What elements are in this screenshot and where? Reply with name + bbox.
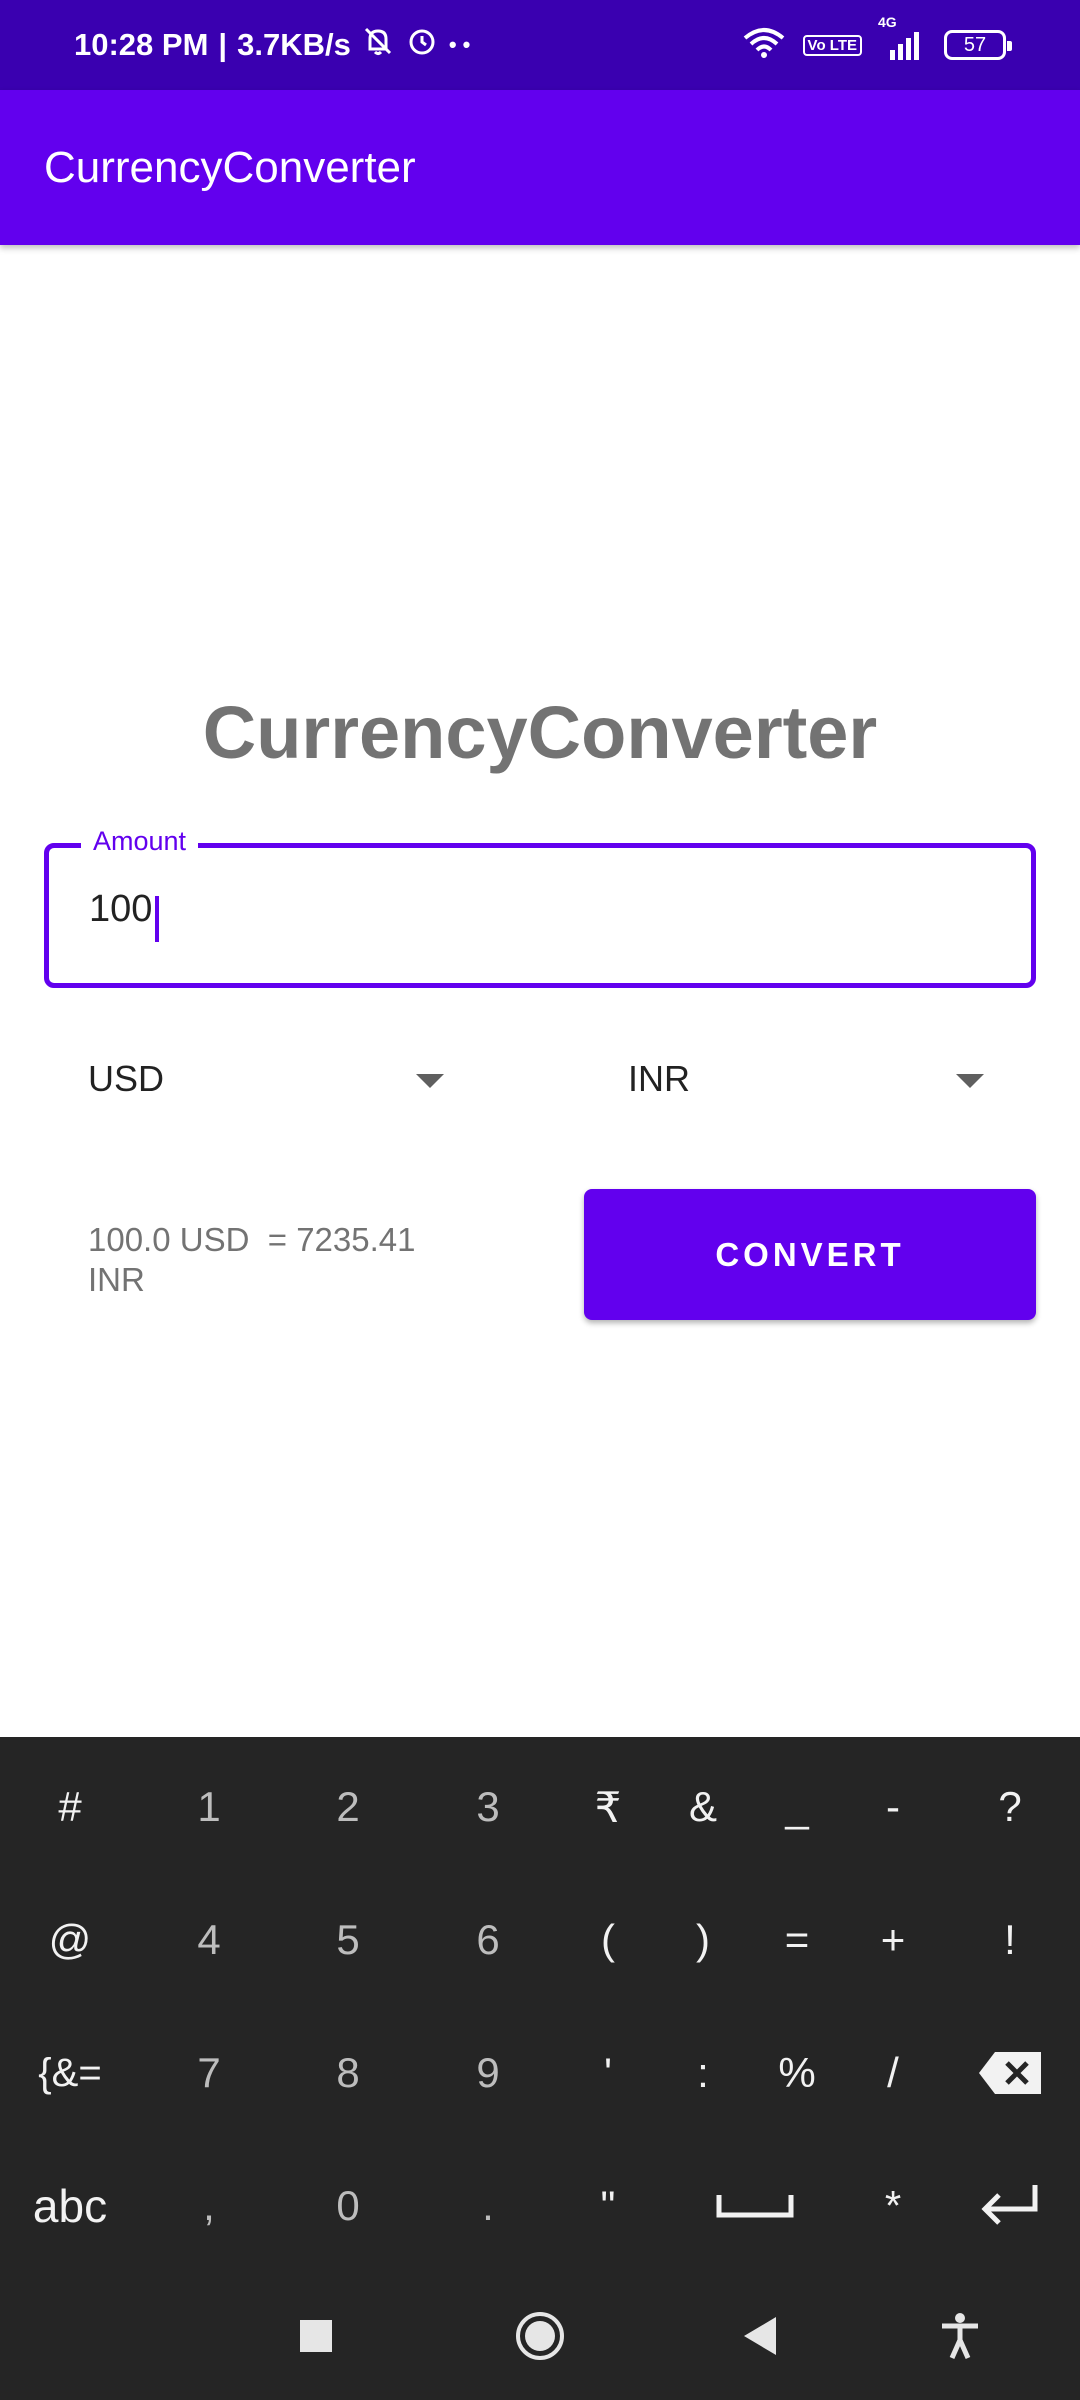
key-slash[interactable]: / <box>838 2018 948 2128</box>
key-comma[interactable]: , <box>154 2151 264 2261</box>
alarm-icon <box>405 24 439 66</box>
key-equals[interactable]: = <box>742 1885 852 1995</box>
key-question[interactable]: ? <box>955 1752 1065 1862</box>
key-minus[interactable]: - <box>838 1752 948 1862</box>
dropdown-arrow-icon <box>956 1074 984 1088</box>
bell-muted-icon <box>361 24 395 66</box>
keyboard: # 1 2 3 ₹ & _ - ? @ 4 5 6 ( ) = + ! {&= … <box>0 1737 1080 2272</box>
recents-square-icon[interactable] <box>276 2296 356 2376</box>
conversion-result: 100.0 USD = 7235.41 INR <box>88 1221 416 1298</box>
clock: 10:28 PM <box>74 27 209 62</box>
to-currency-value: INR <box>628 1058 690 1099</box>
key-3[interactable]: 3 <box>433 1752 543 1862</box>
key-6[interactable]: 6 <box>433 1885 543 1995</box>
key-hash[interactable]: # <box>15 1752 125 1862</box>
space-icon[interactable] <box>695 2151 815 2261</box>
wifi-icon <box>741 26 787 65</box>
home-circle-icon[interactable] <box>500 2296 580 2376</box>
convert-button[interactable]: CONVERT <box>584 1189 1036 1320</box>
key-2[interactable]: 2 <box>293 1752 403 1862</box>
key-4[interactable]: 4 <box>154 1885 264 1995</box>
key-open-paren[interactable]: ( <box>553 1885 663 1995</box>
key-underscore[interactable]: _ <box>742 1752 852 1862</box>
dropdown-arrow-icon <box>416 1074 444 1088</box>
key-symbols-toggle[interactable]: {&= <box>15 2018 125 2128</box>
key-at[interactable]: @ <box>15 1885 125 1995</box>
amount-input[interactable]: 100 <box>89 888 989 931</box>
from-currency-value: USD <box>88 1058 165 1099</box>
key-double-quote[interactable]: " <box>553 2151 663 2261</box>
app-bar: CurrencyConverter <box>0 90 1080 245</box>
key-abc[interactable]: abc <box>15 2151 125 2261</box>
signal-icon: 4G <box>878 14 928 62</box>
network-speed: 3.7KB/s <box>237 27 351 62</box>
network-type-label: 4G <box>878 14 897 30</box>
battery-indicator: 57 <box>944 30 1012 60</box>
key-apostrophe[interactable]: ' <box>553 2018 663 2128</box>
amount-field-label: Amount <box>81 826 199 857</box>
key-exclamation[interactable]: ! <box>955 1885 1065 1995</box>
key-7[interactable]: 7 <box>154 2018 264 2128</box>
more-notifications-dots: • • <box>448 32 471 57</box>
key-period[interactable]: . <box>433 2151 543 2261</box>
key-1[interactable]: 1 <box>154 1752 264 1862</box>
from-currency-dropdown[interactable]: USD <box>88 1040 444 1130</box>
status-right: Vo LTE 4G 57 <box>741 0 1012 90</box>
backspace-icon[interactable] <box>955 2018 1065 2128</box>
status-left: 10:28 PM | 3.7KB/s • • <box>74 0 470 90</box>
key-asterisk[interactable]: * <box>838 2151 948 2261</box>
key-0[interactable]: 0 <box>293 2151 403 2261</box>
app-bar-title: CurrencyConverter <box>44 143 416 192</box>
key-rupee[interactable]: ₹ <box>553 1752 663 1862</box>
status-bar: 10:28 PM | 3.7KB/s • • Vo LTE 4G 57 <box>0 0 1080 90</box>
key-8[interactable]: 8 <box>293 2018 403 2128</box>
key-percent[interactable]: % <box>742 2018 852 2128</box>
amount-field[interactable]: Amount 100 <box>44 826 1036 988</box>
back-triangle-icon[interactable] <box>720 2296 800 2376</box>
key-plus[interactable]: + <box>838 1885 948 1995</box>
accessibility-icon[interactable] <box>920 2296 1000 2376</box>
to-currency-dropdown[interactable]: INR <box>628 1040 984 1130</box>
key-5[interactable]: 5 <box>293 1885 403 1995</box>
status-separator: | <box>218 27 228 62</box>
page-title: CurrencyConverter <box>202 691 878 774</box>
volte-badge: Vo LTE <box>802 34 862 56</box>
navigation-bar <box>0 2272 1080 2400</box>
enter-icon[interactable] <box>955 2151 1065 2261</box>
text-cursor <box>155 896 159 942</box>
key-9[interactable]: 9 <box>433 2018 543 2128</box>
